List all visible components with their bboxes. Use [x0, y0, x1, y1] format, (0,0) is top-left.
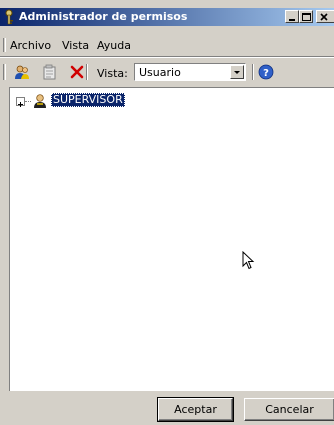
svg-text:?: ? — [263, 68, 269, 79]
menu-archivo[interactable]: Archivo — [10, 39, 51, 52]
users-icon[interactable] — [14, 64, 30, 80]
window-title: Administrador de permisos — [19, 10, 188, 23]
tree-connector — [25, 101, 31, 102]
toolbar-separator — [252, 64, 254, 80]
user-icon — [32, 93, 48, 109]
menu-grip[interactable] — [3, 38, 6, 52]
dropdown-arrow-icon[interactable] — [230, 65, 244, 79]
menu-ayuda[interactable]: Ayuda — [97, 39, 131, 52]
close-button[interactable] — [316, 10, 334, 23]
vista-label: Vista: — [97, 67, 128, 80]
maximize-button[interactable] — [299, 10, 313, 23]
delete-icon[interactable] — [69, 64, 85, 80]
ok-button[interactable]: Aceptar — [157, 397, 234, 422]
permissions-tree[interactable]: SUPERVISOR — [9, 87, 334, 391]
title-bar[interactable]: Administrador de permisos — [0, 8, 334, 26]
minimize-button[interactable] — [285, 10, 299, 23]
vista-select[interactable]: Usuario — [134, 63, 246, 81]
menu-vista[interactable]: Vista — [62, 39, 89, 52]
mouse-pointer-icon — [242, 250, 256, 271]
properties-icon[interactable] — [42, 64, 58, 80]
toolbar-separator — [86, 64, 88, 80]
tree-node-supervisor[interactable]: SUPERVISOR — [51, 93, 125, 107]
expand-icon[interactable] — [16, 97, 25, 107]
toolbar-grip[interactable] — [3, 64, 6, 80]
permissions-window: Administrador de permisos Archivo Vista … — [0, 0, 334, 425]
vista-selected-value: Usuario — [139, 66, 181, 79]
menu-bar: Archivo Vista Ayuda — [0, 35, 334, 55]
toolbar: Vista: Usuario ? — [0, 58, 334, 86]
help-icon[interactable]: ? — [258, 64, 274, 80]
cancel-button[interactable]: Cancelar — [244, 398, 334, 421]
key-icon — [3, 9, 15, 25]
